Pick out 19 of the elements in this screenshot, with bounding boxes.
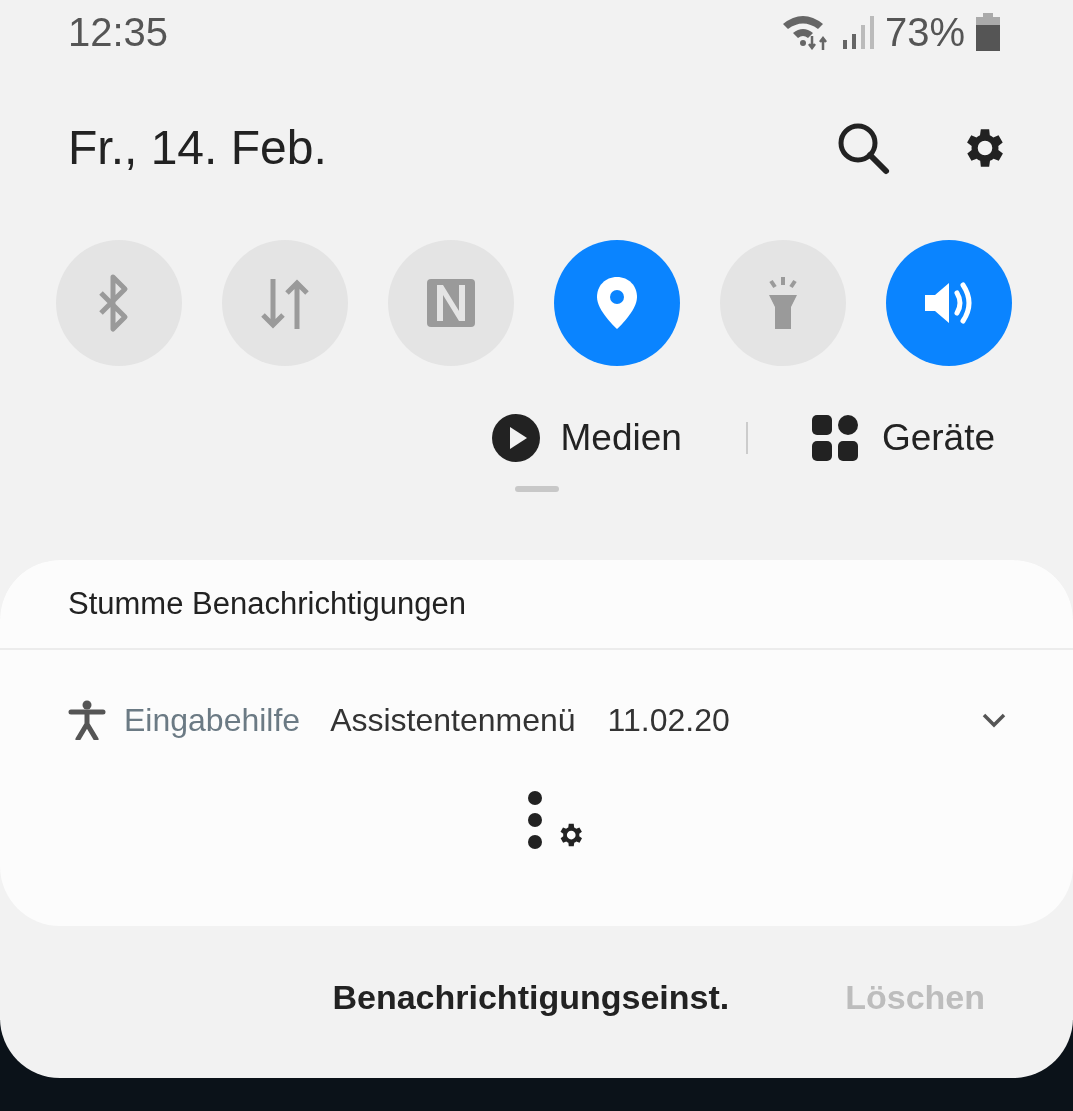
play-icon	[490, 413, 541, 463]
battery-percentage: 73%	[884, 12, 965, 52]
section-title: Stumme Benachrichtigungen	[68, 584, 467, 623]
notification-settings-button[interactable]: Benachrichtigungseinst.	[332, 972, 730, 1023]
more-settings-button[interactable]	[526, 790, 583, 850]
expand-button[interactable]	[981, 712, 1007, 728]
accessibility-icon	[68, 700, 106, 740]
app-name: Eingabehilfe	[124, 701, 301, 740]
chevron-down-icon	[981, 712, 1007, 728]
media-button[interactable]: Medien	[490, 410, 682, 466]
notification-date: 11.02.20	[607, 701, 730, 740]
battery-icon	[975, 13, 1001, 51]
grid-icon	[811, 415, 858, 461]
notification-title: Assistentenmenü	[330, 701, 576, 740]
date-label: Fr., 14. Feb.	[68, 120, 327, 176]
signal-icon	[840, 14, 875, 50]
drag-handle[interactable]	[514, 486, 559, 492]
devices-button[interactable]: Geräte	[811, 410, 995, 466]
status-time: 12:35	[68, 12, 169, 52]
